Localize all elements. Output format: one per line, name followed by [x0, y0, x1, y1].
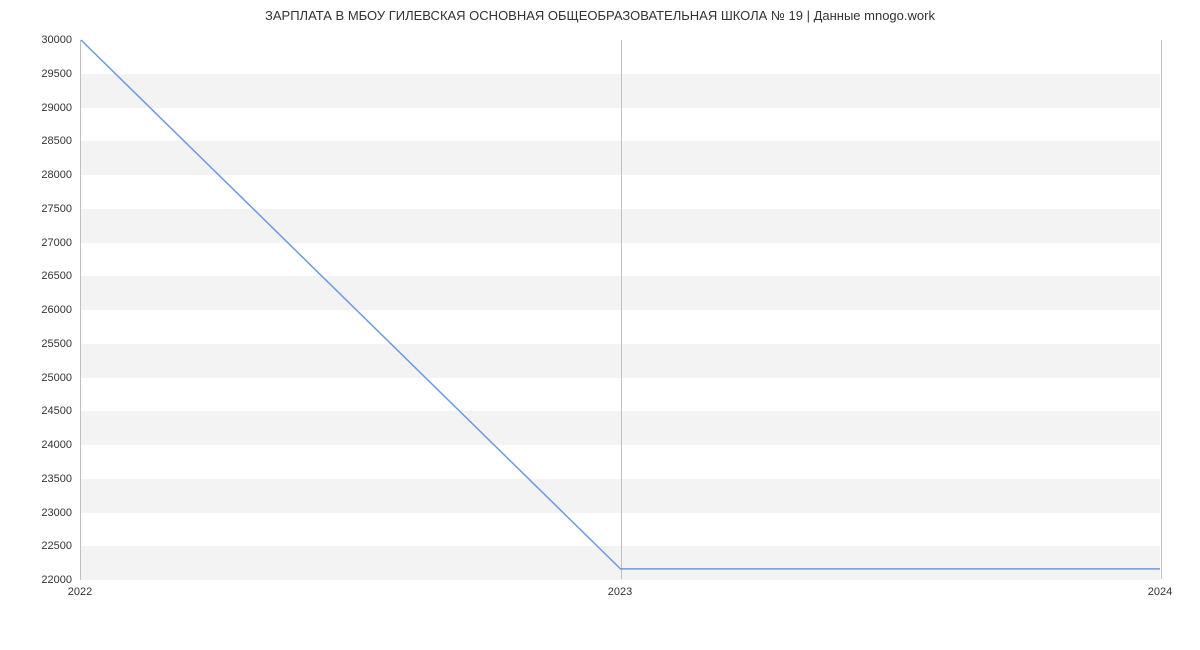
chart-container: ЗАРПЛАТА В МБОУ ГИЛЕВСКАЯ ОСНОВНАЯ ОБЩЕО… [0, 0, 1200, 650]
y-tick-label: 29500 [12, 68, 72, 80]
line-layer [81, 40, 1160, 579]
series-line [81, 40, 1160, 569]
y-tick-label: 24000 [12, 439, 72, 451]
y-tick-label: 30000 [12, 34, 72, 46]
y-tick-label: 24500 [12, 405, 72, 417]
y-tick-label: 22000 [12, 574, 72, 586]
y-tick-label: 27500 [12, 203, 72, 215]
y-tick-label: 26000 [12, 304, 72, 316]
x-tick-label: 2024 [1148, 586, 1172, 598]
plot-area [80, 40, 1160, 580]
x-tick-label: 2023 [608, 586, 632, 598]
y-tick-label: 28000 [12, 169, 72, 181]
y-tick-label: 25500 [12, 338, 72, 350]
y-tick-label: 28500 [12, 135, 72, 147]
y-tick-label: 22500 [12, 540, 72, 552]
chart-title: ЗАРПЛАТА В МБОУ ГИЛЕВСКАЯ ОСНОВНАЯ ОБЩЕО… [0, 8, 1200, 23]
y-tick-label: 29000 [12, 102, 72, 114]
y-tick-label: 26500 [12, 270, 72, 282]
y-tick-label: 23000 [12, 507, 72, 519]
y-tick-label: 25000 [12, 372, 72, 384]
x-tick-label: 2022 [68, 586, 92, 598]
y-tick-label: 23500 [12, 473, 72, 485]
x-gridline [1161, 40, 1162, 579]
y-tick-label: 27000 [12, 237, 72, 249]
